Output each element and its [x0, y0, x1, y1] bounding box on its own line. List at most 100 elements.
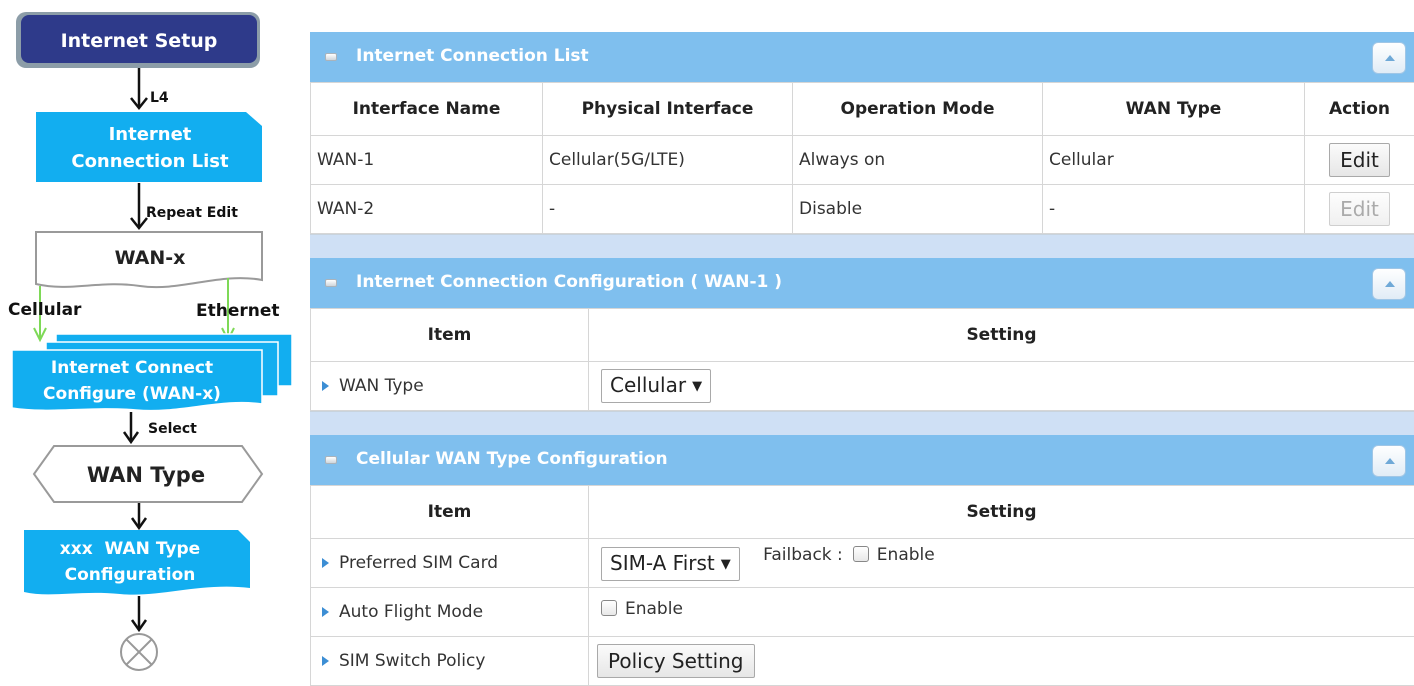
- flow-wan-type-config-box: xxx WAN Type Configuration: [24, 530, 250, 595]
- connection-list-collapse-button[interactable]: [1372, 42, 1406, 74]
- table-row: WAN-2 - Disable - Edit: [311, 185, 1414, 234]
- cellular-config-header: Cellular WAN Type Configuration: [310, 435, 1414, 485]
- flow-box4-text: WAN Type: [87, 463, 205, 487]
- table-header-row: Item Setting: [311, 486, 1414, 539]
- wan-type-item: WAN Type: [311, 362, 589, 411]
- flow-arrow-3-label: Select: [148, 421, 197, 437]
- flow-arrow-1: L4: [131, 68, 169, 108]
- sim-switch-row: SIM Switch Policy Policy Setting: [311, 637, 1414, 686]
- cellular-config-collapse-button[interactable]: [1372, 445, 1406, 477]
- auto-flight-enable-label: Enable: [625, 599, 683, 619]
- dropdown-caret-icon: ▼: [721, 557, 731, 572]
- row-marker-icon: [322, 656, 329, 666]
- sim-switch-label: SIM Switch Policy: [339, 651, 485, 671]
- row-marker-icon: [322, 381, 329, 391]
- collapse-up-icon: [1385, 458, 1395, 464]
- flow-box3-line2: Configure (WAN-x): [43, 384, 221, 404]
- cell-operation-mode: Disable: [793, 185, 1043, 234]
- connection-config-header: Internet Connection Configuration ( WAN-…: [310, 258, 1414, 308]
- flow-branch-cellular: Cellular: [8, 300, 82, 320]
- config-panel: Internet Connection List Interface Name …: [310, 32, 1414, 686]
- wan-type-setting: Cellular ▼: [589, 362, 1414, 411]
- flow-arrow-3: Select: [124, 412, 197, 442]
- wan-type-select[interactable]: Cellular ▼: [601, 369, 711, 403]
- table-row: WAN-1 Cellular(5G/LTE) Always on Cellula…: [311, 136, 1414, 185]
- flow-connection-list-box: Internet Connection List: [36, 112, 262, 182]
- dropdown-caret-icon: ▼: [692, 379, 702, 394]
- preferred-sim-setting: SIM-A First ▼ Failback : Enable: [589, 539, 1414, 588]
- preferred-sim-row: Preferred SIM Card SIM-A First ▼ Failback…: [311, 539, 1414, 588]
- collapse-up-icon: [1385, 55, 1395, 61]
- flow-box5-line2: Configuration: [65, 565, 196, 585]
- preferred-sim-label: Preferred SIM Card: [339, 553, 498, 573]
- wan-type-row: WAN Type Cellular ▼: [311, 362, 1414, 411]
- auto-flight-label: Auto Flight Mode: [339, 602, 483, 622]
- cell-physical-interface: -: [543, 185, 793, 234]
- flow-end-icon: [121, 634, 157, 670]
- failback-enable-label: Enable: [877, 545, 935, 565]
- flow-box1-line2: Connection List: [71, 151, 229, 172]
- cell-operation-mode: Always on: [793, 136, 1043, 185]
- flow-arrow-4: [132, 503, 146, 528]
- row-marker-icon: [322, 558, 329, 568]
- preferred-sim-item: Preferred SIM Card: [311, 539, 589, 588]
- table-header-row: Interface Name Physical Interface Operat…: [311, 83, 1414, 136]
- connection-config-title: Internet Connection Configuration ( WAN-…: [356, 272, 782, 292]
- section-separator: [310, 411, 1414, 435]
- row-marker-icon: [322, 607, 329, 617]
- cellular-config-title: Cellular WAN Type Configuration: [356, 449, 668, 469]
- cell-physical-interface: Cellular(5G/LTE): [543, 136, 793, 185]
- failback-label: Failback :: [763, 545, 843, 565]
- col-interface-name: Interface Name: [311, 83, 543, 136]
- flow-start-text: Internet Setup: [61, 30, 218, 52]
- cell-interface-name: WAN-2: [311, 185, 543, 234]
- col-setting: Setting: [589, 486, 1414, 539]
- policy-setting-button[interactable]: Policy Setting: [597, 644, 755, 678]
- connection-list-header: Internet Connection List: [310, 32, 1414, 82]
- cell-interface-name: WAN-1: [311, 136, 543, 185]
- table-header-row: Item Setting: [311, 309, 1414, 362]
- cell-wan-type: Cellular: [1043, 136, 1305, 185]
- auto-flight-checkbox[interactable]: [601, 600, 617, 616]
- sim-switch-setting: Policy Setting: [589, 637, 1414, 686]
- flow-arrow-2: Repeat Edit: [131, 183, 238, 228]
- col-action: Action: [1305, 83, 1414, 136]
- flow-branch-ethernet: Ethernet: [196, 301, 280, 321]
- col-setting: Setting: [589, 309, 1414, 362]
- sim-switch-item: SIM Switch Policy: [311, 637, 589, 686]
- connection-list-table: Interface Name Physical Interface Operat…: [310, 82, 1414, 234]
- cell-wan-type: -: [1043, 185, 1305, 234]
- collapse-up-icon: [1385, 281, 1395, 287]
- connection-config-table: Item Setting WAN Type Cellular ▼: [310, 308, 1414, 411]
- col-item: Item: [311, 486, 589, 539]
- edit-wan1-button[interactable]: Edit: [1329, 143, 1390, 177]
- flow-arrow-2-label: Repeat Edit: [146, 205, 238, 221]
- flow-box1-line1: Internet: [109, 124, 192, 145]
- flow-wan-type-box: WAN Type: [34, 446, 262, 502]
- flow-config-box: Internet Connect Configure (WAN-x): [12, 334, 292, 411]
- auto-flight-setting: Enable: [589, 588, 1414, 637]
- wan-type-label: WAN Type: [339, 376, 424, 396]
- flow-start-box: Internet Setup: [16, 12, 260, 68]
- connection-config-collapse-button[interactable]: [1372, 268, 1406, 300]
- col-item: Item: [311, 309, 589, 362]
- cellular-config-table: Item Setting Preferred SIM Card SIM-A Fi…: [310, 485, 1414, 686]
- col-operation-mode: Operation Mode: [793, 83, 1043, 136]
- flow-arrow-5: [132, 596, 146, 630]
- failback-checkbox[interactable]: [853, 546, 869, 562]
- preferred-sim-select[interactable]: SIM-A First ▼: [601, 547, 740, 581]
- flowchart: Internet Setup L4 Internet Connection Li…: [0, 0, 300, 677]
- col-wan-type: WAN Type: [1043, 83, 1305, 136]
- flow-box2-text: WAN-x: [115, 247, 186, 269]
- preferred-sim-select-value: SIM-A First: [610, 551, 715, 575]
- auto-flight-item: Auto Flight Mode: [311, 588, 589, 637]
- section-bullet-icon: [325, 456, 337, 464]
- wan-type-select-value: Cellular: [610, 373, 686, 397]
- cell-action: Edit: [1305, 136, 1414, 185]
- flow-box3-line1: Internet Connect: [51, 358, 213, 378]
- edit-wan2-button: Edit: [1329, 192, 1390, 226]
- section-bullet-icon: [325, 53, 337, 61]
- col-physical-interface: Physical Interface: [543, 83, 793, 136]
- flow-arrow-1-label: L4: [150, 90, 169, 106]
- connection-list-title: Internet Connection List: [356, 46, 589, 66]
